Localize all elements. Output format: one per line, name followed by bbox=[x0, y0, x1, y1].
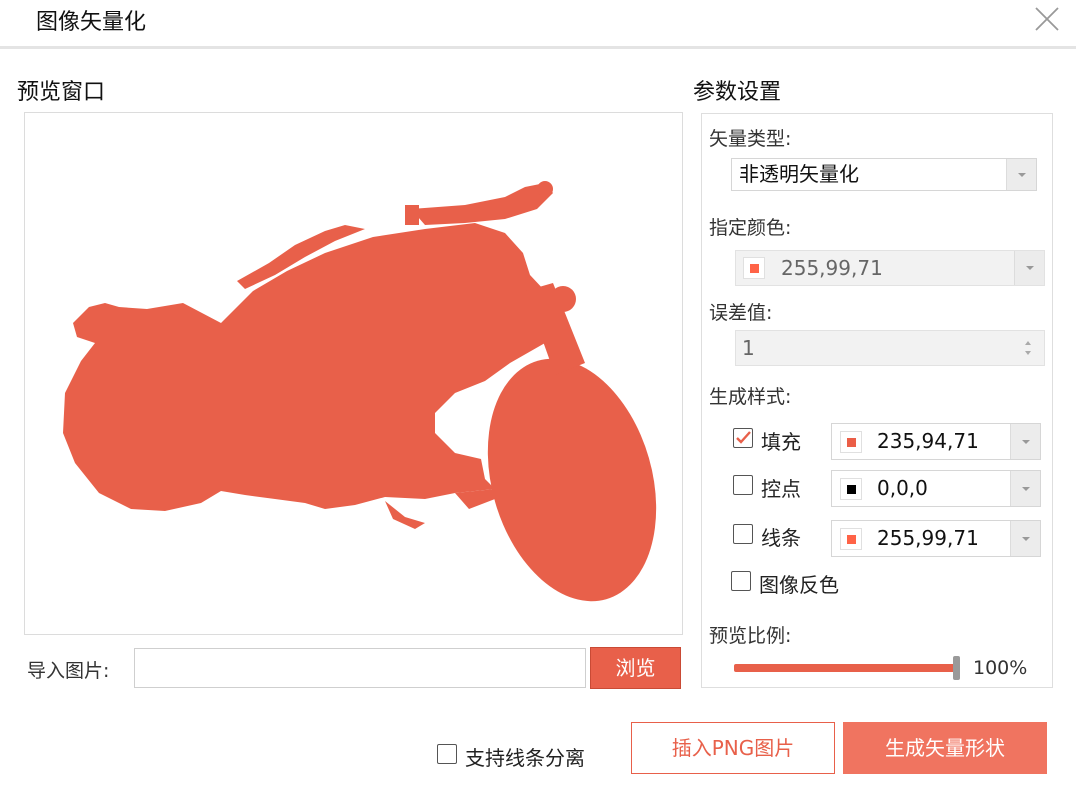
slider-handle[interactable] bbox=[953, 656, 960, 680]
checkmark-icon bbox=[736, 431, 751, 444]
control-point-color-select[interactable]: 0,0,0 bbox=[831, 470, 1041, 507]
color-swatch-icon bbox=[840, 528, 862, 550]
control-point-color-value: 0,0,0 bbox=[877, 476, 928, 500]
style-label: 生成样式: bbox=[709, 386, 792, 408]
color-select[interactable]: 255,99,71 bbox=[735, 250, 1045, 286]
chevron-down-icon bbox=[1010, 424, 1040, 459]
line-label: 线条 bbox=[761, 526, 801, 550]
preview-scale-value: 100% bbox=[973, 657, 1028, 679]
control-point-label: 控点 bbox=[761, 477, 801, 501]
fill-color-value: 235,94,71 bbox=[877, 429, 979, 453]
vector-type-select[interactable]: 非透明矢量化 bbox=[731, 158, 1037, 191]
line-checkbox[interactable] bbox=[733, 524, 753, 544]
invert-label: 图像反色 bbox=[759, 573, 839, 597]
import-path-input[interactable] bbox=[134, 648, 586, 688]
color-label: 指定颜色: bbox=[709, 217, 792, 239]
preview-window bbox=[24, 112, 683, 635]
dialog-titlebar: 图像矢量化 bbox=[0, 0, 1076, 49]
preview-scale-slider[interactable] bbox=[734, 664, 956, 672]
color-value: 255,99,71 bbox=[781, 256, 883, 280]
line-color-value: 255,99,71 bbox=[877, 526, 979, 550]
chevron-down-icon bbox=[1010, 471, 1040, 506]
spinner-arrows-icon[interactable] bbox=[1024, 338, 1032, 358]
chevron-down-icon bbox=[1010, 521, 1040, 556]
fill-checkbox[interactable] bbox=[733, 428, 753, 448]
invert-checkbox[interactable] bbox=[731, 571, 751, 591]
dialog-title: 图像矢量化 bbox=[36, 10, 147, 35]
vector-type-value: 非透明矢量化 bbox=[739, 162, 859, 186]
tolerance-spinner[interactable]: 1 bbox=[735, 330, 1045, 366]
fill-label: 填充 bbox=[761, 430, 801, 454]
tolerance-label: 误差值: bbox=[709, 302, 773, 324]
color-swatch-icon bbox=[743, 257, 765, 279]
fill-color-select[interactable]: 235,94,71 bbox=[831, 423, 1041, 460]
insert-png-button[interactable]: 插入PNG图片 bbox=[631, 722, 835, 774]
close-icon[interactable] bbox=[1032, 4, 1062, 34]
generate-vector-button[interactable]: 生成矢量形状 bbox=[843, 722, 1047, 774]
browse-button[interactable]: 浏览 bbox=[590, 647, 681, 689]
separate-lines-label: 支持线条分离 bbox=[465, 746, 585, 770]
params-heading: 参数设置 bbox=[693, 80, 782, 105]
import-label: 导入图片: bbox=[27, 660, 110, 682]
chevron-down-icon bbox=[1014, 251, 1044, 285]
control-point-checkbox[interactable] bbox=[733, 475, 753, 495]
color-swatch-icon bbox=[840, 478, 862, 500]
separate-lines-checkbox[interactable] bbox=[437, 744, 457, 764]
motorcycle-silhouette-image bbox=[63, 181, 657, 602]
line-color-select[interactable]: 255,99,71 bbox=[831, 520, 1041, 557]
tolerance-value: 1 bbox=[742, 336, 755, 360]
preview-heading: 预览窗口 bbox=[17, 80, 106, 105]
preview-scale-label: 预览比例: bbox=[709, 625, 792, 647]
color-swatch-icon bbox=[840, 431, 862, 453]
chevron-down-icon bbox=[1006, 159, 1036, 190]
vector-type-label: 矢量类型: bbox=[709, 128, 792, 150]
